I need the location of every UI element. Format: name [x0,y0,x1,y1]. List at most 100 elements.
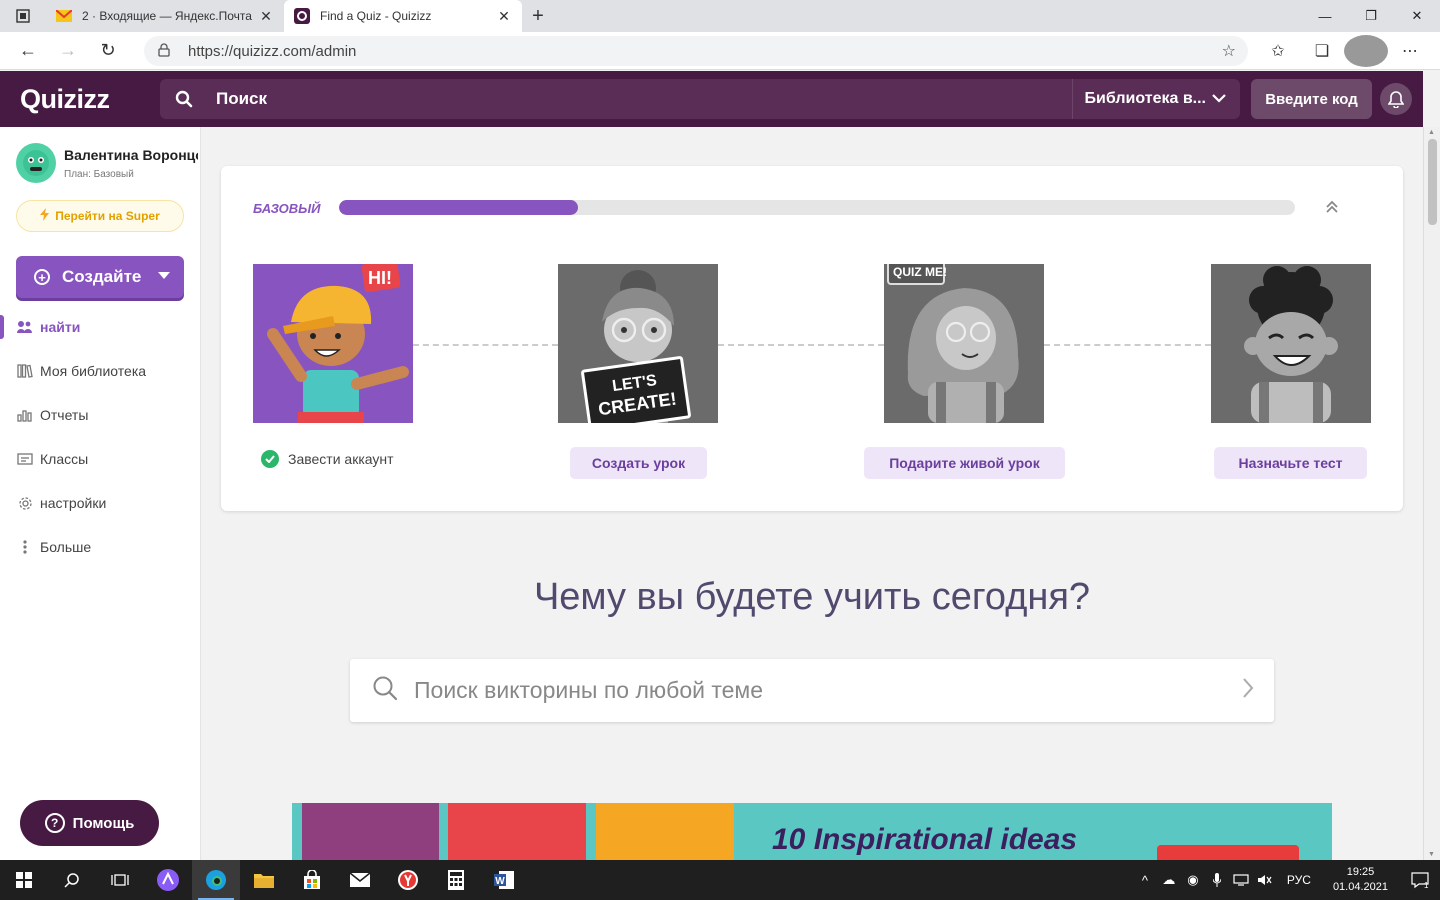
step-illustration-create: LET'S CREATE! [558,264,718,423]
volume-icon[interactable] [1253,874,1277,886]
plan-label: БАЗОВЫЙ [253,201,321,216]
sidebar-item-find[interactable]: найти [0,305,200,349]
sidebar-item-library[interactable]: Моя библиотека [0,349,200,393]
collapse-icon[interactable] [1325,200,1339,217]
new-tab-icon[interactable]: + [522,0,554,32]
search-placeholder: Поиск викторины по любой теме [414,677,764,703]
dropdown-arrow-icon[interactable] [158,272,170,279]
tab-close-icon[interactable]: ✕ [258,8,274,24]
sidebar-item-more[interactable]: Больше [0,525,200,569]
mail-app-icon[interactable] [336,860,384,900]
scroll-up-icon[interactable]: ▲ [1428,129,1435,136]
tab-title: Find a Quiz - Quizizz [320,9,432,23]
sidebar-item-label: настройки [40,495,107,511]
sidebar-item-classes[interactable]: Классы [0,437,200,481]
taskbar-clock[interactable]: 19:25 01.04.2021 [1333,865,1388,895]
upgrade-super-button[interactable]: Перейти на Super [16,200,184,232]
banner-illustration [596,803,734,860]
network-icon[interactable] [1229,874,1253,886]
user-profile[interactable]: Валентина Воронцова План: Базовый [16,143,198,183]
help-button[interactable]: ? Помощь [20,800,159,846]
onedrive-icon[interactable]: ☁ [1157,872,1181,888]
add-favorite-icon[interactable]: ☆ [1222,41,1236,61]
url-field[interactable]: https://quizizz.com/admin ☆ [144,36,1248,66]
assign-test-button[interactable]: Назначьте тест [1214,447,1367,479]
scrollbar-thumb[interactable] [1428,139,1437,225]
create-label: Создайте [62,267,142,286]
windows-start-icon[interactable] [0,860,48,900]
app-header: Quizizz Поиск Библиотека в... Введите ко… [0,71,1423,127]
yandex-browser-icon[interactable] [384,860,432,900]
tab-actions-icon[interactable] [0,0,46,32]
back-icon[interactable]: ← [8,35,48,67]
browser-tab-mail[interactable]: 2 · Входящие — Яндекс.Почта ✕ [46,0,284,32]
banner-read-button[interactable] [1157,845,1299,860]
action-center-icon[interactable]: 1 [1400,871,1440,889]
sidebar-item-reports[interactable]: Отчеты [0,393,200,437]
taskbar-search-icon[interactable] [48,860,96,900]
system-tray: ^ ☁ ◉ РУС 19:25 01.04.2021 1 [1133,860,1440,900]
host-live-lesson-button[interactable]: Подарите живой урок [864,447,1065,479]
search-label: Поиск [216,89,268,108]
file-explorer-icon[interactable] [240,860,288,900]
plus-circle-icon: + [34,269,50,285]
url-text: https://quizizz.com/admin [188,42,357,60]
page-scrollbar[interactable]: ▲ ▼ [1423,127,1440,860]
promo-banner[interactable]: 10 Inspirational ideas [292,803,1332,860]
sidebar-item-label: найти [40,319,81,335]
step-connector [1044,344,1211,346]
more-icon [16,540,34,554]
window-close-icon[interactable]: ✕ [1394,0,1440,32]
find-icon [16,320,34,334]
search-icon [160,90,208,108]
scroll-down-icon[interactable]: ▼ [1428,851,1435,858]
webcam-icon[interactable]: ◉ [1181,872,1205,888]
maximize-icon[interactable]: ❐ [1348,0,1394,32]
profile-icon[interactable] [1344,35,1388,67]
language-indicator[interactable]: РУС [1287,873,1311,887]
browser-tab-strip: 2 · Входящие — Яндекс.Почта ✕ Find a Qui… [0,0,1440,32]
quizizz-logo[interactable]: Quizizz [0,84,160,115]
chevron-up-icon[interactable]: ^ [1133,873,1157,888]
task-view-icon[interactable] [96,860,144,900]
hi-badge-text: HI! [368,268,392,288]
browser-toolbar: ✩ ❏ ⋯ [1256,35,1432,67]
chevron-right-icon[interactable] [1242,677,1254,704]
edge-browser-icon[interactable] [192,860,240,900]
user-plan: План: Базовый [64,169,134,180]
create-button[interactable]: + Создайте [16,256,184,298]
minimize-icon[interactable]: — [1302,0,1348,32]
store-icon[interactable] [288,860,336,900]
banner-illustration [448,803,586,860]
svg-text:1: 1 [1424,881,1429,889]
library-filter-dropdown[interactable]: Библиотека в... [1071,79,1226,119]
sidebar-item-label: Отчеты [40,407,89,423]
enter-code-button[interactable]: Введите код [1251,79,1372,119]
help-label: Помощь [72,814,135,832]
tab-close-icon[interactable]: ✕ [496,8,512,24]
collections-icon[interactable]: ❏ [1300,35,1344,67]
alice-assistant-icon[interactable] [144,860,192,900]
microphone-icon[interactable] [1205,873,1229,887]
browser-menu-icon[interactable]: ⋯ [1388,35,1432,67]
sidebar-item-settings[interactable]: настройки [0,481,200,525]
favorites-icon[interactable]: ✩ [1256,35,1300,67]
word-app-icon[interactable]: W [480,860,528,900]
create-lesson-button[interactable]: Создать урок [570,447,707,479]
clock-time: 19:25 [1346,866,1375,878]
notifications-bell-icon[interactable] [1380,83,1412,115]
quiz-search-input[interactable]: Поиск викторины по любой теме [350,659,1274,722]
calculator-icon[interactable] [432,860,480,900]
browser-tab-quizizz[interactable]: Find a Quiz - Quizizz ✕ [284,0,522,32]
banner-title: 10 Inspirational ideas [772,823,1078,856]
header-search[interactable]: Поиск Библиотека в... [160,79,1240,119]
forward-icon[interactable]: → [48,35,88,67]
sidebar-item-label: Классы [40,451,89,467]
windows-taskbar: W ^ ☁ ◉ РУС 19:25 01.04.2021 1 [0,860,1440,900]
library-icon [16,364,34,378]
reload-icon[interactable]: ↻ [88,35,128,67]
settings-icon [16,496,34,511]
progress-fill [339,200,578,215]
sidebar-item-label: Больше [40,539,92,555]
mail-favicon-icon [56,8,72,24]
